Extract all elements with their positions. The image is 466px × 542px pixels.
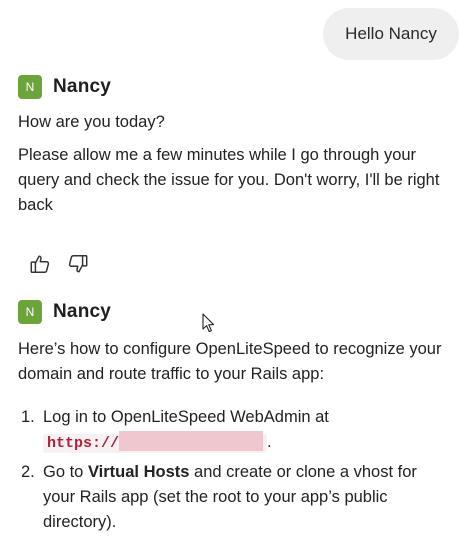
step-number: 1. [21, 408, 35, 426]
redacted-block [119, 431, 264, 451]
agent-name: Nancy [53, 301, 112, 322]
webadmin-url-link[interactable]: https:// [43, 431, 268, 453]
agent-message-2: N Nancy Here’s how to configure OpenLite… [18, 299, 456, 535]
thumbs-down-button[interactable] [66, 252, 90, 276]
url-prefix: https:// [47, 435, 120, 452]
thumbs-up-button[interactable] [28, 252, 52, 276]
step-number: 2. [21, 463, 35, 481]
user-message-bubble: Hello Nancy [323, 8, 459, 60]
agent-avatar: N [18, 300, 42, 324]
step-text-end: . [267, 433, 272, 451]
agent-header: N Nancy [18, 299, 456, 325]
user-message-text: Hello Nancy [345, 24, 437, 43]
step-text: Go to [43, 463, 88, 481]
step-text: Log in to OpenLiteSpeed WebAdmin at [43, 408, 329, 426]
agent-avatar: N [18, 75, 42, 99]
step-bold-text: Virtual Hosts [87, 463, 190, 481]
list-item: 2. Go to Virtual Hosts and create or clo… [18, 460, 438, 535]
steps-list: 1. Log in to OpenLiteSpeed WebAdmin at h… [18, 405, 456, 535]
message-greeting: How are you today? [18, 113, 165, 131]
agent-message-1: N Nancy How are you today? Please allow … [18, 74, 456, 218]
message-intro: Here’s how to configure OpenLiteSpeed to… [18, 340, 442, 383]
feedback-controls [28, 252, 90, 276]
list-item: 1. Log in to OpenLiteSpeed WebAdmin at h… [18, 405, 456, 456]
message-body: Please allow me a few minutes while I go… [18, 146, 440, 214]
agent-name: Nancy [53, 76, 112, 97]
agent-header: N Nancy [18, 74, 456, 100]
mouse-cursor-icon [202, 313, 215, 333]
thumbs-up-icon [30, 255, 50, 273]
thumbs-down-icon [68, 255, 88, 273]
